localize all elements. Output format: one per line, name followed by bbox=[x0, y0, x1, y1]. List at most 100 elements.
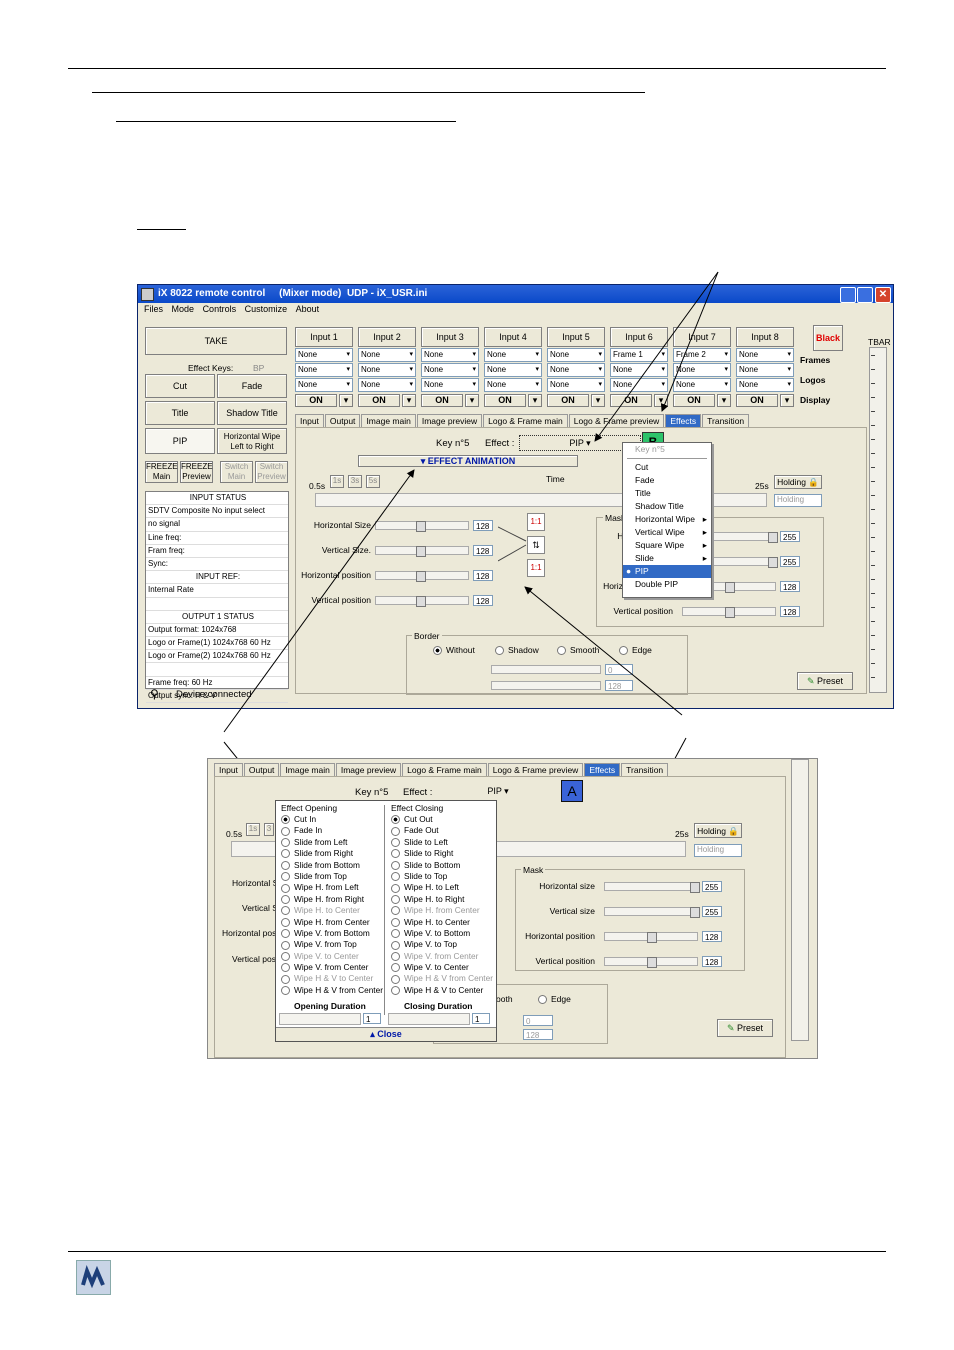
edge-option-2[interactable]: Edge bbox=[538, 994, 571, 1005]
animation-option[interactable]: Slide to Right bbox=[391, 848, 495, 859]
animation-option[interactable]: Wipe V. from Center bbox=[281, 962, 385, 973]
animation-radio[interactable] bbox=[391, 883, 400, 893]
animation-option[interactable]: Wipe H & V to Center bbox=[281, 973, 385, 984]
animation-option[interactable]: Wipe H. from Center bbox=[391, 905, 495, 916]
animation-radio[interactable] bbox=[281, 906, 290, 916]
animation-radio[interactable] bbox=[281, 860, 290, 870]
animation-radio[interactable] bbox=[391, 929, 400, 939]
animation-option[interactable]: Wipe V. to Center bbox=[281, 951, 385, 962]
tab-input[interactable]: Input bbox=[214, 763, 243, 776]
animation-option[interactable]: Wipe V. to Bottom bbox=[391, 928, 495, 939]
mask-slider-thumb[interactable] bbox=[690, 882, 700, 893]
tab-output[interactable]: Output bbox=[243, 763, 280, 776]
mask-slider-track[interactable] bbox=[604, 957, 698, 968]
animation-radio[interactable] bbox=[391, 872, 400, 882]
animation-option[interactable]: Wipe H. to Right bbox=[391, 894, 495, 905]
tab-transition[interactable]: Transition bbox=[621, 763, 669, 776]
animation-radio[interactable] bbox=[391, 815, 400, 825]
mask-slider-track[interactable] bbox=[604, 882, 700, 893]
closing-duration-slider[interactable] bbox=[388, 1013, 470, 1025]
animation-option[interactable]: Wipe H. to Center bbox=[391, 917, 495, 928]
animation-radio[interactable] bbox=[391, 940, 400, 950]
animation-option[interactable]: Wipe V. from Bottom bbox=[281, 928, 385, 939]
holding-button-2[interactable]: Holding 🔒 bbox=[694, 823, 742, 838]
animation-radio[interactable] bbox=[281, 838, 290, 848]
tab-image-preview[interactable]: Image preview bbox=[335, 763, 402, 776]
tab-logo-frame-preview[interactable]: Logo & Frame preview bbox=[487, 763, 584, 776]
animation-option[interactable]: Wipe V. to Center bbox=[391, 962, 495, 973]
animation-option[interactable]: Wipe V. from Top bbox=[281, 939, 385, 950]
animation-radio[interactable] bbox=[281, 826, 290, 836]
animation-option[interactable]: Wipe H & V from Center bbox=[391, 973, 495, 984]
animation-option[interactable]: Cut Out bbox=[391, 814, 495, 825]
close-button-panel[interactable]: ▴ Close bbox=[276, 1027, 496, 1041]
mask-slider-thumb[interactable] bbox=[690, 907, 700, 918]
mask-slider-value[interactable]: 255 bbox=[702, 881, 722, 892]
mask-slider-track[interactable] bbox=[604, 907, 700, 918]
animation-option[interactable]: Slide from Right bbox=[281, 848, 385, 859]
opening-title: Effect Opening bbox=[281, 803, 338, 813]
animation-radio[interactable] bbox=[281, 872, 290, 882]
animation-option[interactable]: Slide from Top bbox=[281, 871, 385, 882]
animation-radio[interactable] bbox=[281, 952, 290, 961]
animation-radio[interactable] bbox=[391, 952, 400, 961]
animation-option[interactable]: Slide to Bottom bbox=[391, 860, 495, 871]
time-step-1s-2[interactable]: 1s bbox=[246, 823, 260, 836]
animation-radio[interactable] bbox=[281, 895, 290, 905]
edge-radio-2[interactable] bbox=[538, 995, 547, 1005]
animation-radio[interactable] bbox=[281, 974, 290, 984]
animation-radio[interactable] bbox=[281, 849, 290, 859]
animation-radio[interactable] bbox=[391, 986, 400, 996]
animation-radio[interactable] bbox=[391, 906, 400, 916]
time-step-3-2[interactable]: 3 bbox=[264, 823, 274, 836]
tab-logo-frame-main[interactable]: Logo & Frame main bbox=[402, 763, 487, 776]
mask-slider-value[interactable]: 128 bbox=[702, 956, 722, 967]
animation-radio[interactable] bbox=[391, 860, 400, 870]
animation-radio[interactable] bbox=[391, 849, 400, 859]
mask-slider-value[interactable]: 128 bbox=[702, 931, 722, 942]
animation-option[interactable]: Fade In bbox=[281, 825, 385, 836]
animation-option[interactable]: Wipe H & V to Center bbox=[391, 985, 495, 996]
animation-radio[interactable] bbox=[391, 963, 400, 973]
preset-button-2[interactable]: ✎ Preset bbox=[717, 1019, 773, 1037]
animation-radio[interactable] bbox=[281, 883, 290, 893]
mask-slider-thumb[interactable] bbox=[647, 932, 657, 943]
animation-option[interactable]: Slide from Left bbox=[281, 837, 385, 848]
animation-option[interactable]: Slide to Left bbox=[391, 837, 495, 848]
animation-radio[interactable] bbox=[391, 974, 400, 984]
mask-slider-track[interactable] bbox=[604, 932, 698, 943]
animation-radio[interactable] bbox=[391, 895, 400, 905]
animation-radio[interactable] bbox=[281, 986, 290, 996]
animation-radio[interactable] bbox=[391, 917, 400, 927]
animation-radio[interactable] bbox=[281, 929, 290, 939]
animation-option[interactable]: Slide from Bottom bbox=[281, 860, 385, 871]
animation-radio[interactable] bbox=[281, 917, 290, 927]
border-value-2a[interactable]: 0 bbox=[523, 1015, 553, 1026]
animation-option[interactable]: Wipe H. to Left bbox=[391, 882, 495, 893]
animation-option[interactable]: Wipe H. to Center bbox=[281, 905, 385, 916]
opening-duration-slider[interactable] bbox=[279, 1013, 361, 1025]
closing-duration-value[interactable]: 1 bbox=[472, 1013, 490, 1024]
mask-slider-value[interactable]: 255 bbox=[702, 906, 722, 917]
animation-option[interactable]: Cut In bbox=[281, 814, 385, 825]
opening-duration-value[interactable]: 1 bbox=[363, 1013, 381, 1024]
tbar-slider-2[interactable] bbox=[791, 759, 809, 1041]
animation-radio[interactable] bbox=[391, 826, 400, 836]
animation-radio[interactable] bbox=[281, 940, 290, 950]
animation-option[interactable]: Wipe H. from Center bbox=[281, 917, 385, 928]
animation-option[interactable]: Wipe H & V from Center bbox=[281, 985, 385, 996]
animation-option[interactable]: Slide to Top bbox=[391, 871, 495, 882]
tab-effects[interactable]: Effects bbox=[584, 763, 621, 776]
animation-option[interactable]: Wipe H. from Left bbox=[281, 882, 385, 893]
tab-image-main[interactable]: Image main bbox=[280, 763, 335, 776]
animation-radio[interactable] bbox=[281, 963, 290, 973]
border-value-2b[interactable]: 128 bbox=[523, 1029, 553, 1040]
animation-radio[interactable] bbox=[391, 838, 400, 848]
animation-option[interactable]: Wipe V. to Top bbox=[391, 939, 495, 950]
effect-select-2[interactable]: PIP ▾ bbox=[440, 784, 556, 798]
mask-slider-thumb[interactable] bbox=[647, 957, 657, 968]
animation-option[interactable]: Fade Out bbox=[391, 825, 495, 836]
animation-option[interactable]: Wipe V. from Center bbox=[391, 951, 495, 962]
animation-radio[interactable] bbox=[281, 815, 290, 825]
animation-option[interactable]: Wipe H. from Right bbox=[281, 894, 385, 905]
